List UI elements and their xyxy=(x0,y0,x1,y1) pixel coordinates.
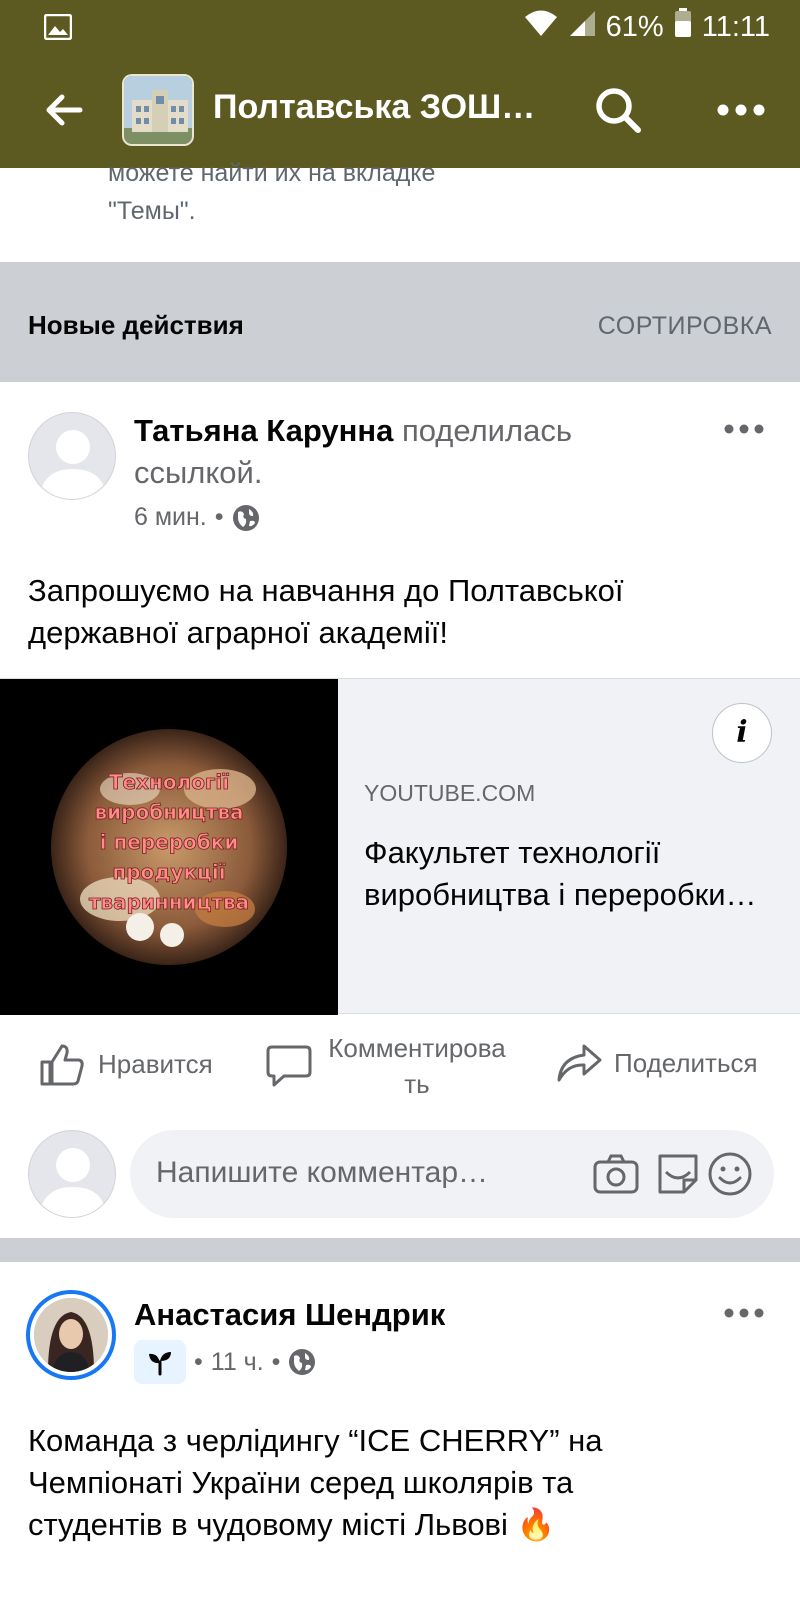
post-text-line: Чемпіонаті України серед школярів та xyxy=(28,1465,574,1500)
comment-label-line: Комментирова xyxy=(328,1033,506,1063)
author-name[interactable]: Анастасия Шендрик xyxy=(134,1297,445,1332)
battery-percent: 61% xyxy=(605,10,664,43)
post-time[interactable]: 11 ч. xyxy=(211,1348,264,1377)
thumbnail-image: Технології виробництва і переробки проду… xyxy=(51,729,287,965)
user-photo xyxy=(34,1298,108,1372)
author-avatar[interactable] xyxy=(26,1290,116,1380)
back-arrow-icon xyxy=(46,94,83,126)
default-avatar-icon xyxy=(39,430,107,499)
meta-separator: • xyxy=(214,503,224,531)
thumbnail-caption-line: тваринництва xyxy=(89,890,249,914)
link-title-line: виробництва і переробки… xyxy=(364,877,757,912)
camera-icon[interactable] xyxy=(592,1150,640,1198)
signal-icon xyxy=(568,9,596,45)
post-text-line: державної аграрної академії! xyxy=(28,615,448,650)
author-avatar[interactable] xyxy=(28,412,116,500)
post-text: Запрошуємо на навчання до Полтавської де… xyxy=(28,570,778,654)
share-label: Поделиться xyxy=(614,1047,758,1078)
comment-input[interactable]: Напишите комментар… xyxy=(130,1130,774,1218)
globe-icon xyxy=(289,1349,316,1375)
post-header: Анастасия Шендрик xyxy=(134,1294,694,1336)
sort-button[interactable]: СОРТИРОВКА xyxy=(598,312,772,341)
like-label: Нравится xyxy=(98,1048,213,1079)
school-building-image xyxy=(124,76,192,144)
wifi-icon xyxy=(524,9,558,45)
more-horizontal-icon xyxy=(717,104,765,116)
pinned-note-line: можете найти их на вкладке xyxy=(108,159,436,187)
post-meta: 6 мин. • xyxy=(134,503,260,532)
page-avatar[interactable] xyxy=(122,74,194,146)
post-meta: • 11 ч. • xyxy=(134,1340,316,1384)
section-title: Новые действия xyxy=(28,310,244,340)
post-text-line: Команда з черлідингу “ICE CHERRY” на xyxy=(28,1423,603,1458)
thumbnail-caption-line: виробництва xyxy=(94,800,243,824)
pinned-note-line: "Темы". xyxy=(108,197,196,225)
more-horizontal-icon xyxy=(724,424,764,434)
author-name[interactable]: Татьяна Карунна xyxy=(134,413,393,448)
info-button[interactable]: i xyxy=(712,703,772,763)
pinned-note: можете найти их на вкладке "Темы". xyxy=(108,154,435,230)
search-icon xyxy=(596,88,641,133)
comment-placeholder: Напишите комментар… xyxy=(156,1156,489,1189)
comment-label-line: ть xyxy=(404,1069,430,1099)
thumbnail-caption-line: Технології xyxy=(109,770,229,794)
post-more-button[interactable] xyxy=(724,1306,764,1320)
share-arrow-icon xyxy=(557,1044,602,1082)
post-text: Команда з черлідингу “ICE CHERRY” на Чем… xyxy=(28,1420,778,1546)
meta-separator: • xyxy=(194,1347,203,1376)
thumbs-up-icon xyxy=(40,1044,84,1086)
newcomer-badge[interactable] xyxy=(134,1340,186,1384)
emoji-icon[interactable] xyxy=(706,1150,754,1198)
more-options-button[interactable] xyxy=(716,98,766,122)
share-button[interactable]: Поделиться xyxy=(556,1042,758,1084)
page-title[interactable]: Полтавська ЗОШ… xyxy=(213,88,553,127)
section-header: Новые действия СОРТИРОВКА xyxy=(0,262,800,382)
link-thumbnail[interactable]: Технології виробництва і переробки проду… xyxy=(0,679,338,1015)
link-domain: YOUTUBE.COM xyxy=(364,780,536,806)
like-button[interactable]: Нравится xyxy=(38,1040,213,1088)
comment-button[interactable]: Комментирова ть xyxy=(266,1030,522,1102)
clock: 11:11 xyxy=(701,10,770,43)
search-button[interactable] xyxy=(592,84,644,136)
gallery-icon xyxy=(43,13,73,45)
app-bar: Полтавська ЗОШ… xyxy=(0,54,800,168)
post-more-button[interactable] xyxy=(724,422,764,436)
post-header: Татьяна Карунна поделилась ссылкой. xyxy=(134,410,694,494)
post-text-line: Запрошуємо на навчання до Полтавської xyxy=(28,573,624,608)
post-time[interactable]: 6 мин. xyxy=(134,503,207,532)
globe-icon xyxy=(232,504,259,531)
post-divider xyxy=(0,1238,800,1262)
more-horizontal-icon xyxy=(724,1308,764,1318)
comment-label: Комментирова ть xyxy=(312,1030,522,1102)
sprout-icon xyxy=(149,1352,171,1376)
back-button[interactable] xyxy=(40,86,88,134)
link-title-line: Факультет технології xyxy=(364,835,661,870)
comment-bubble-icon xyxy=(266,1045,312,1087)
thumbnail-caption-line: і переробки xyxy=(100,830,239,854)
sticker-icon[interactable] xyxy=(654,1150,702,1198)
post-text-line: студентів в чудовому місті Львові 🔥 xyxy=(28,1507,556,1542)
thumbnail-caption-line: продукції xyxy=(112,860,225,884)
battery-icon xyxy=(674,8,692,46)
meta-separator: • xyxy=(271,1347,281,1376)
link-title[interactable]: Факультет технології виробництва і перер… xyxy=(364,832,776,916)
status-bar: 61% 11:11 xyxy=(0,0,800,54)
default-avatar-icon xyxy=(39,1148,107,1217)
my-avatar[interactable] xyxy=(28,1130,116,1218)
